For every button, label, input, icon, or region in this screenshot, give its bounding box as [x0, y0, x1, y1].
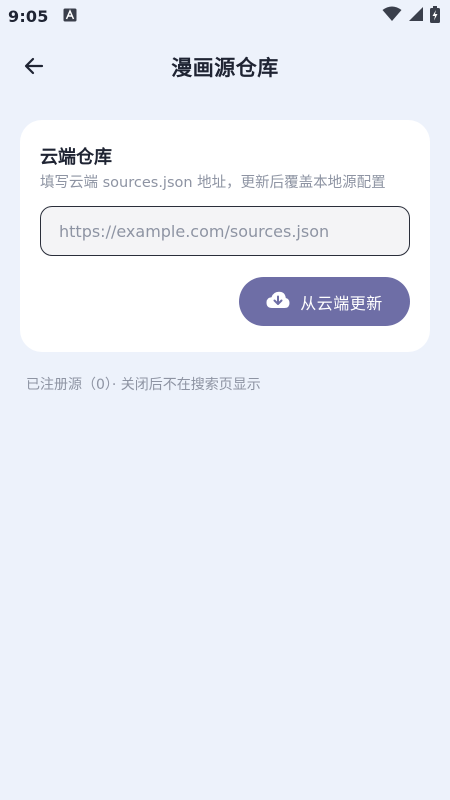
app-bar: 漫画源仓库 — [0, 40, 450, 94]
registered-sources-note: 已注册源（0）· 关闭后不在搜索页显示 — [26, 377, 261, 393]
update-button-label: 从云端更新 — [300, 293, 383, 313]
cloud-repo-card: 云端仓库 填写云端 sources.json 地址，更新后覆盖本地源配置 从云端… — [20, 120, 430, 352]
card-subtitle: 填写云端 sources.json 地址，更新后覆盖本地源配置 — [40, 175, 386, 191]
update-from-cloud-button[interactable]: 从云端更新 — [239, 277, 410, 326]
sources-url-input[interactable] — [40, 206, 410, 256]
cloud-download-icon — [266, 291, 290, 313]
page-title: 漫画源仓库 — [171, 56, 279, 80]
status-left: 9:05 — [8, 7, 77, 26]
status-bar: 9:05 — [0, 0, 450, 32]
signal-icon — [408, 6, 424, 26]
battery-charging-icon — [430, 5, 440, 27]
wifi-icon — [382, 6, 402, 26]
status-time: 9:05 — [8, 6, 49, 26]
accessibility-a-icon — [63, 7, 77, 26]
card-title: 云端仓库 — [40, 147, 112, 168]
status-right — [382, 5, 440, 27]
